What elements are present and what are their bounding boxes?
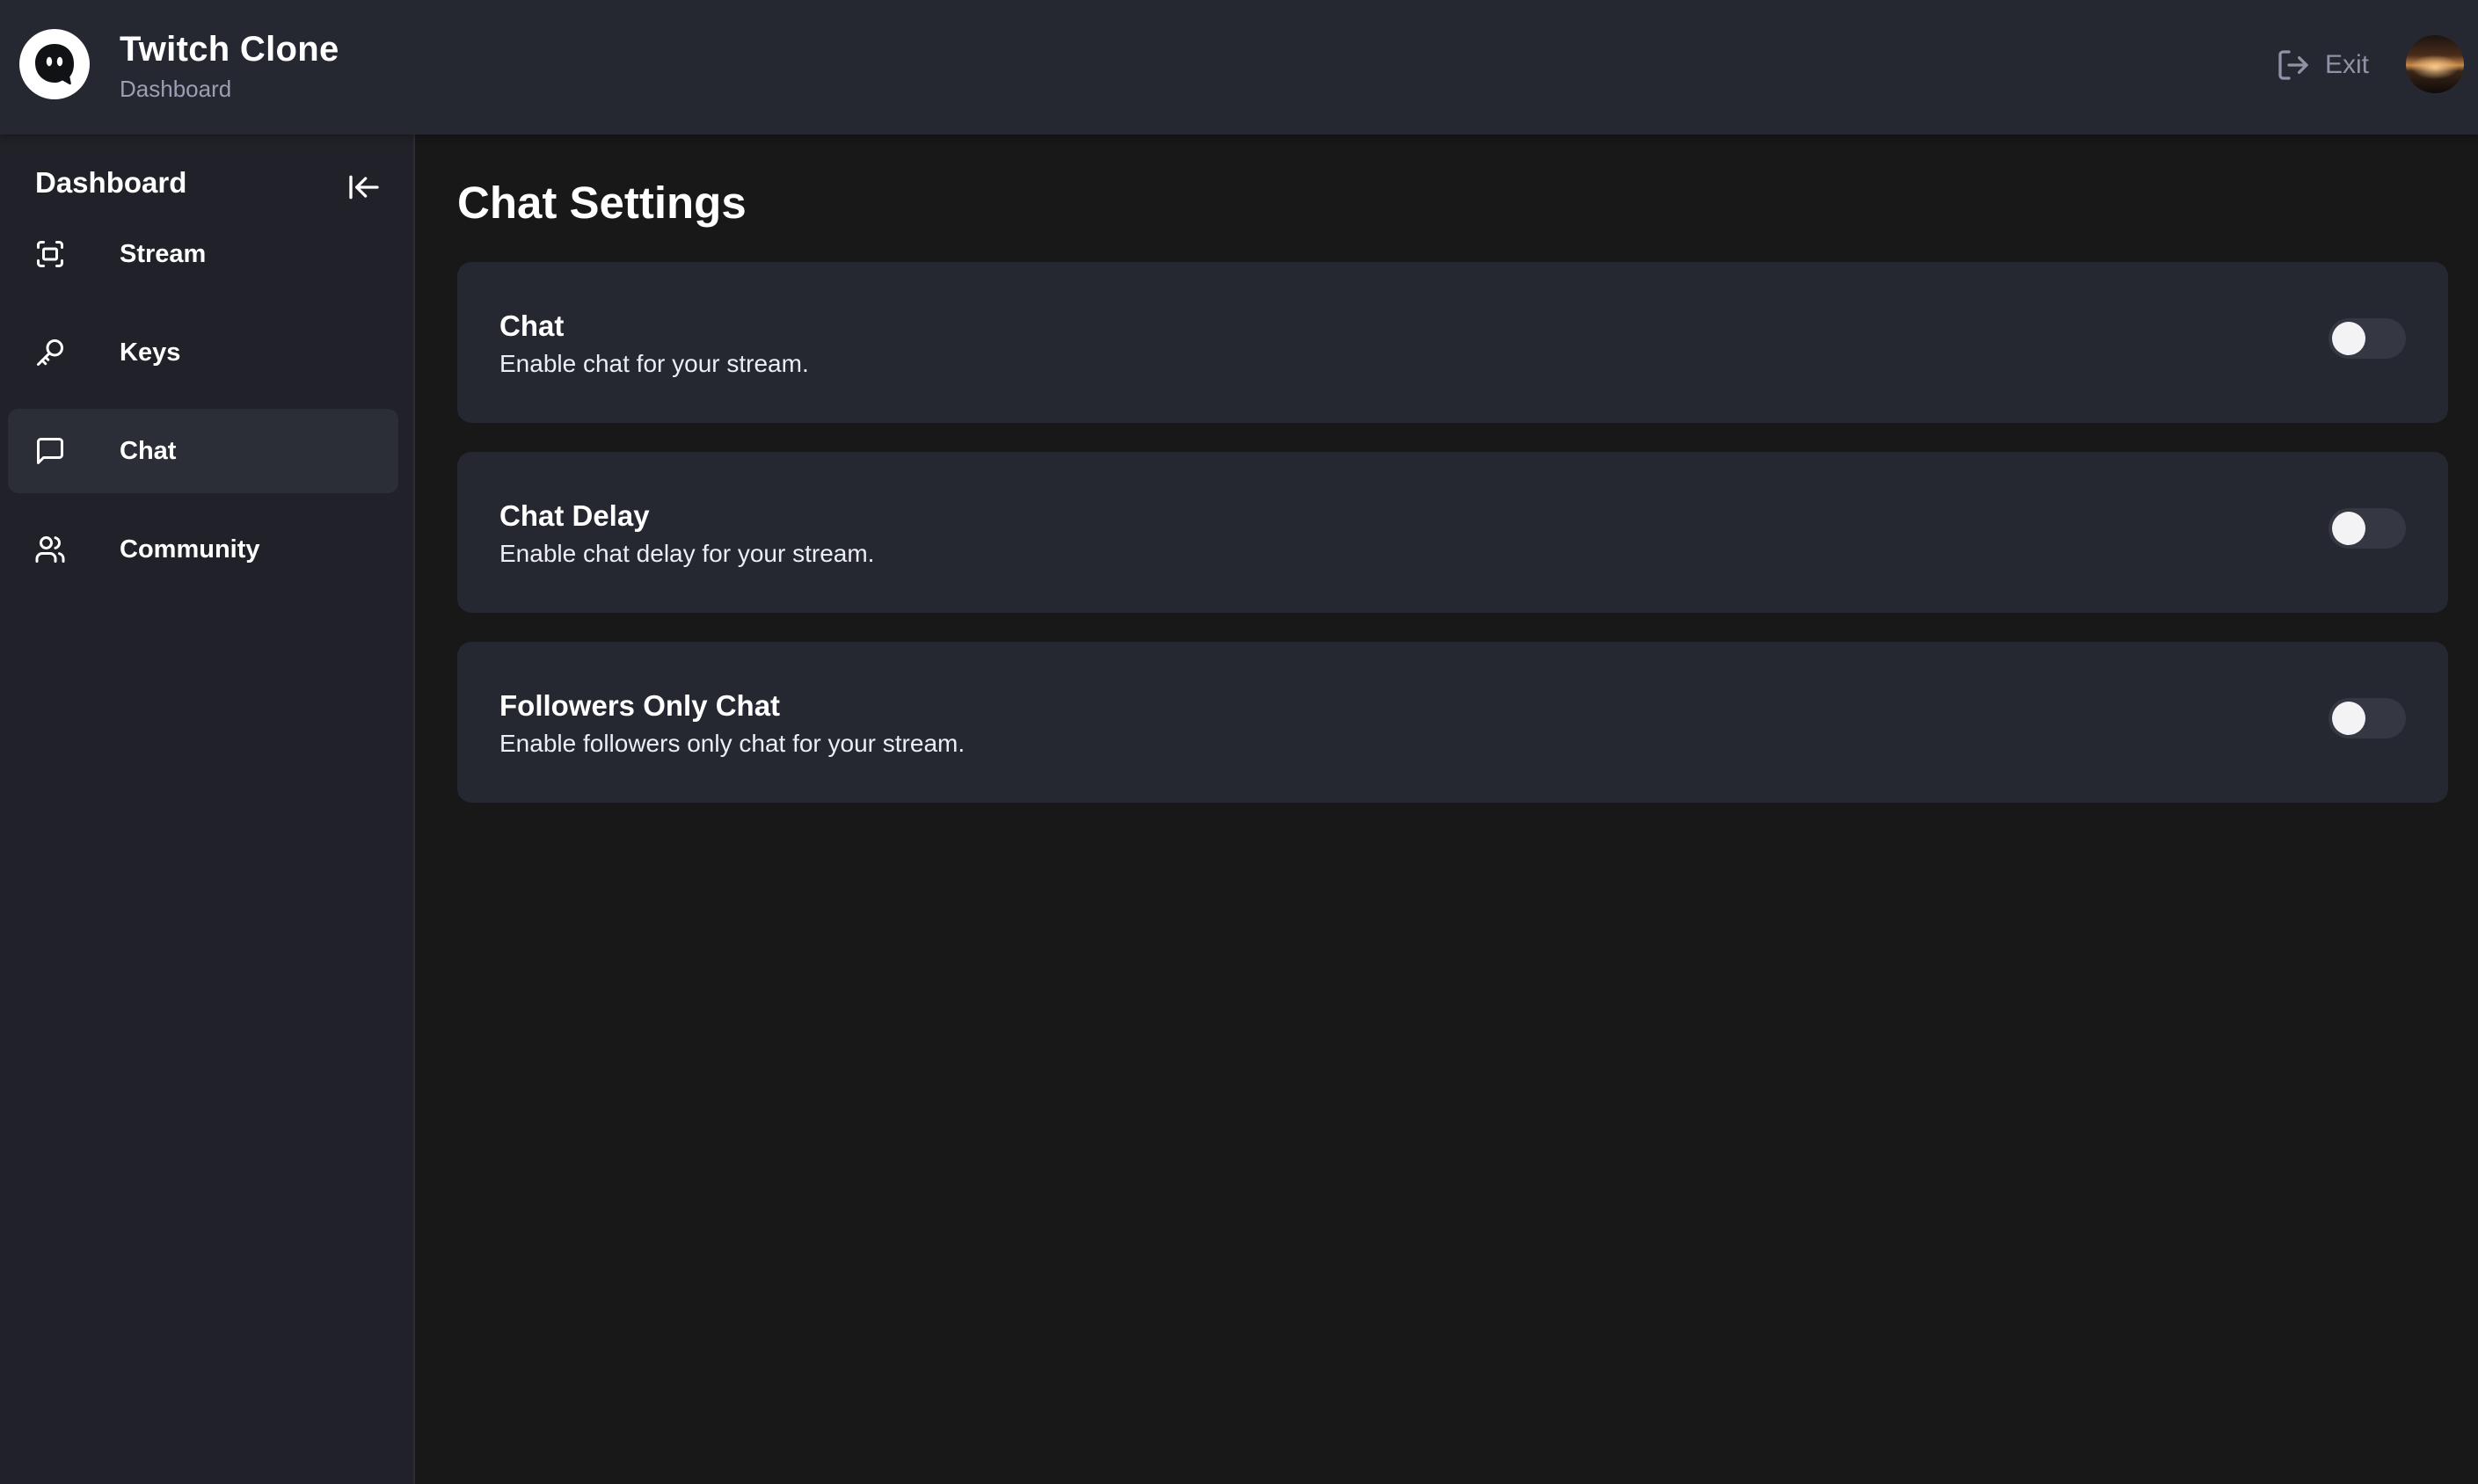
- setting-description: Enable chat for your stream.: [499, 350, 809, 377]
- sidebar-item-label: Stream: [120, 240, 207, 268]
- toggle-knob: [2332, 702, 2365, 735]
- user-avatar[interactable]: [2406, 35, 2464, 93]
- sidebar-item-label: Keys: [120, 338, 181, 367]
- log-out-icon: [2278, 50, 2308, 80]
- app-subtitle: Dashboard: [120, 76, 232, 102]
- exit-label: Exit: [2325, 50, 2370, 79]
- arrow-left-to-line-icon: [349, 175, 379, 200]
- setting-card-chat-delay: Chat Delay Enable chat delay for your st…: [457, 452, 2448, 613]
- setting-card-chat: Chat Enable chat for your stream.: [457, 262, 2448, 423]
- toggle-knob: [2332, 512, 2365, 545]
- sidebar-item-label: Chat: [120, 437, 177, 465]
- sidebar-item-label: Community: [120, 535, 260, 564]
- ghost-logo-icon[interactable]: [19, 29, 90, 99]
- message-square-icon: [37, 438, 63, 464]
- chat-delay-toggle[interactable]: [2329, 508, 2406, 549]
- toggle-knob: [2332, 322, 2365, 355]
- setting-title: Followers Only Chat: [499, 689, 781, 722]
- setting-card-followers-only-chat: Followers Only Chat Enable followers onl…: [457, 642, 2448, 803]
- followers-only-chat-toggle[interactable]: [2329, 698, 2406, 738]
- app-title: Twitch Clone: [120, 30, 339, 69]
- sidebar-item-community[interactable]: Community: [8, 507, 398, 592]
- setting-description: Enable chat delay for your stream.: [499, 540, 875, 567]
- sidebar: Dashboard Stream Keys Chat Community: [0, 135, 415, 1484]
- sidebar-title: Dashboard: [35, 166, 187, 199]
- users-icon: [35, 536, 65, 563]
- sidebar-item-keys[interactable]: Keys: [8, 310, 398, 395]
- setting-title: Chat Delay: [499, 499, 650, 532]
- sidebar-item-stream[interactable]: Stream: [8, 212, 398, 296]
- sidebar-item-chat[interactable]: Chat: [8, 409, 398, 493]
- fullscreen-icon: [37, 241, 63, 267]
- setting-description: Enable followers only chat for your stre…: [499, 730, 966, 757]
- exit-button[interactable]: Exit: [2276, 46, 2369, 84]
- top-bar: Twitch Clone Dashboard Exit: [0, 0, 2478, 135]
- setting-title: Chat: [499, 309, 565, 342]
- chat-toggle[interactable]: [2329, 318, 2406, 359]
- page-title: Chat Settings: [457, 178, 747, 228]
- key-icon: [37, 339, 63, 366]
- collapse-sidebar-button[interactable]: [346, 170, 382, 205]
